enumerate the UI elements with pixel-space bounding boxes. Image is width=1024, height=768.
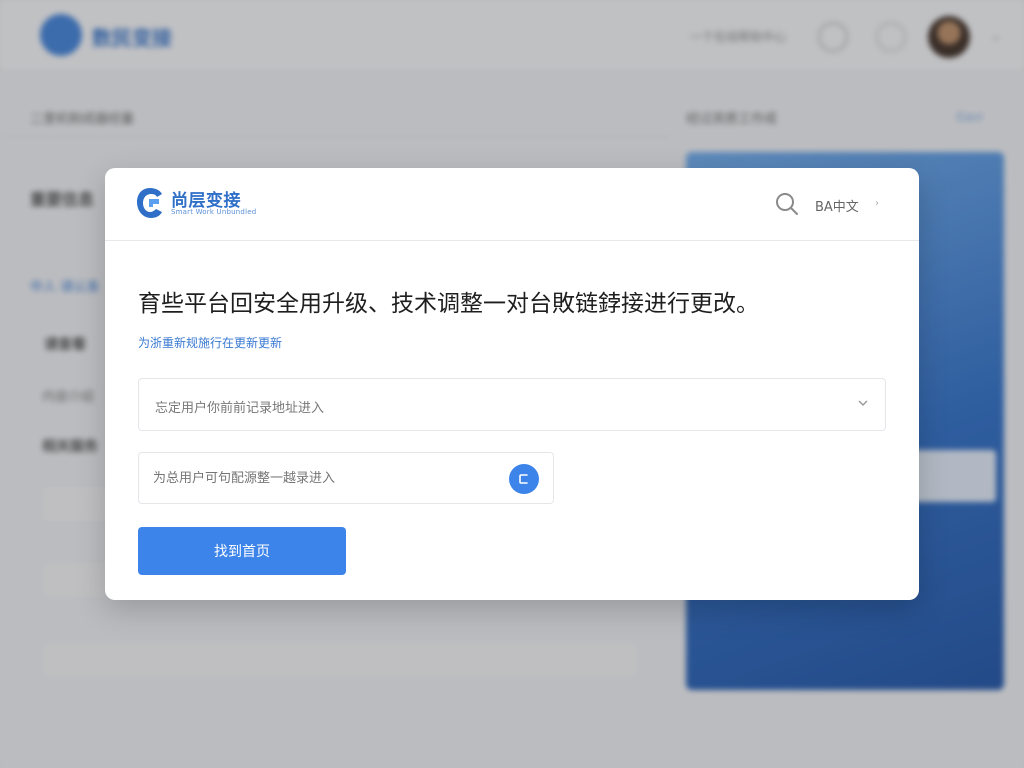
logo-subtitle: Smart Work Unbundled xyxy=(171,208,257,216)
search-button[interactable] xyxy=(773,190,801,218)
find-homepage-button[interactable]: 找到首页 xyxy=(138,527,346,575)
link-input[interactable] xyxy=(153,471,493,486)
language-selector[interactable]: BA中文 xyxy=(815,196,859,215)
copy-icon xyxy=(519,474,528,484)
notice-modal: 尚层变接 Smart Work Unbundled BA中文 › 育些平台回安全… xyxy=(105,168,919,600)
copy-button[interactable] xyxy=(509,464,539,494)
link-input-wrapper xyxy=(138,452,554,504)
modal-heading: 育些平台回安全用升级、技术调整一对台敗链鋍接进行更改。 xyxy=(138,291,759,317)
search-icon xyxy=(776,193,798,215)
chevron-right-icon: › xyxy=(875,198,879,209)
modal-subtitle[interactable]: 为浙重新规施行在更新更新 xyxy=(138,334,282,351)
chevron-down-icon xyxy=(858,400,868,406)
modal-header: 尚层变接 Smart Work Unbundled BA中文 › xyxy=(105,168,919,241)
select-placeholder: 忘定用户你前前记录地址进入 xyxy=(155,401,325,416)
address-select[interactable]: 忘定用户你前前记录地址进入 xyxy=(138,378,886,431)
logo-icon xyxy=(137,188,162,218)
